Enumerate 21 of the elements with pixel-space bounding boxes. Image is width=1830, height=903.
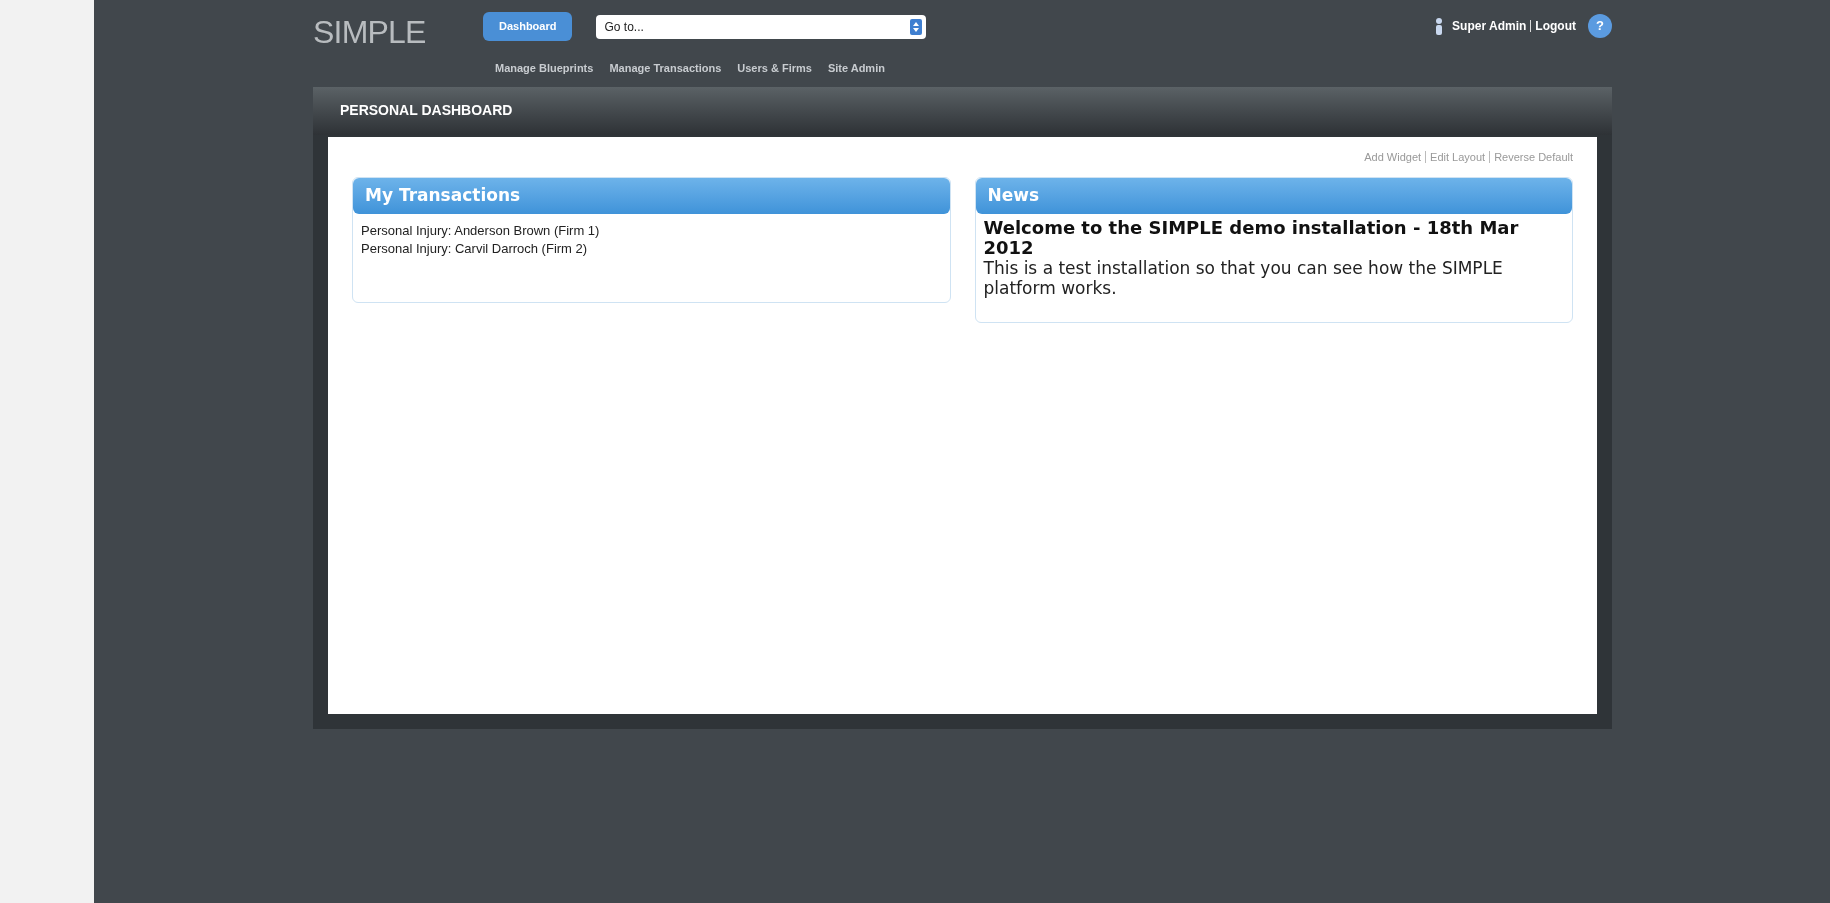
nav-link[interactable]: Users & Firms (737, 60, 812, 77)
nav-link[interactable]: Manage Transactions (609, 60, 722, 77)
logout-link[interactable]: Logout (1535, 17, 1576, 35)
page-title: PERSONAL DASHBOARD (340, 101, 513, 120)
select-arrows-icon (910, 19, 923, 35)
goto-select[interactable]: Go to... (596, 15, 927, 39)
layout-link[interactable]: Reverse Default (1494, 148, 1573, 165)
dashboard-button[interactable]: Dashboard (483, 12, 573, 41)
user-link[interactable]: Super Admin (1452, 17, 1527, 35)
layout-link[interactable]: Add Widget (1364, 148, 1422, 165)
transaction-link[interactable]: Personal Injury: Anderson Brown (Firm 1) (361, 221, 942, 240)
nav-link[interactable]: Site Admin (827, 60, 885, 77)
news-body: This is a test installation so that you can see how the SIMPLE platform works. (983, 257, 1504, 300)
layout-link[interactable]: Edit Layout (1430, 148, 1486, 165)
news-headline: Welcome to the SIMPLE demo installation - 18th Mar 2012 (983, 217, 1520, 258)
user-icon (1434, 17, 1445, 35)
transaction-link[interactable]: Personal Injury: Carvil Darroch (Firm 2) (361, 239, 942, 258)
nav-link[interactable]: Manage Blueprints (495, 60, 594, 77)
widget-title: News (975, 178, 1572, 214)
logo: SIMPLE (313, 13, 427, 48)
widget-title: My Transactions (353, 178, 950, 214)
